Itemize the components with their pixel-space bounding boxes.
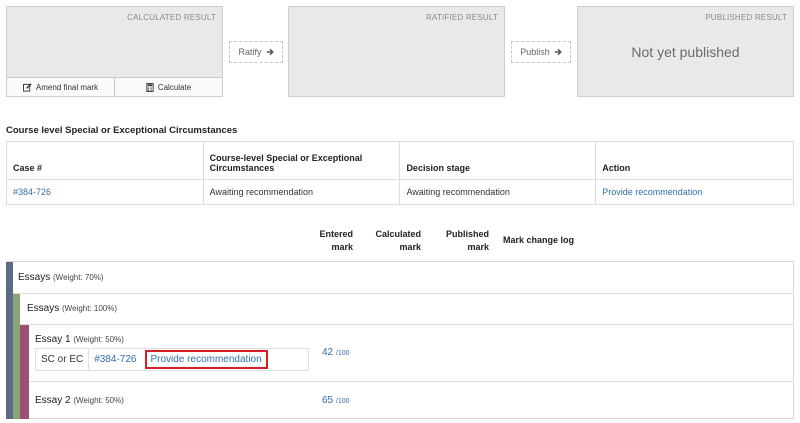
calculated-result-label: CALCULATED RESULT — [127, 13, 216, 22]
case-link[interactable]: #384-726 — [13, 187, 51, 197]
entered-mark-header: Entered mark — [319, 229, 353, 252]
mark-change-log-header: Mark change log — [503, 235, 575, 245]
publish-status: Not yet published — [631, 44, 740, 60]
header-circumstances: Course-level Special or Exceptional Circ… — [202, 141, 401, 180]
assessment-tree: Essays (Weight: 70%) Essays (Weight: 100… — [6, 261, 794, 419]
tree-row-essays-level1: Essays (Weight: 70%) — [18, 272, 104, 283]
amend-final-mark-button[interactable]: Amend final mark — [7, 78, 114, 96]
row-divider — [20, 324, 793, 325]
level3-bar — [20, 325, 29, 419]
row-divider — [29, 381, 793, 382]
sc-ec-indicator: SC or EC #384-726 Provide recommendation — [35, 348, 309, 371]
sc-ec-table: Case # Course-level Special or Exception… — [6, 141, 794, 205]
ratified-result-label: RATIFIED RESULT — [425, 13, 498, 22]
ratified-result-panel: RATIFIED RESULT — [288, 6, 505, 97]
decision-stage-cell: Awaiting recommendation — [399, 179, 597, 205]
ratify-button[interactable]: Ratify — [229, 41, 283, 63]
circumstances-cell: Awaiting recommendation — [202, 179, 401, 205]
provide-recommendation-link[interactable]: Provide recommendation — [602, 187, 702, 197]
publish-button[interactable]: Publish — [511, 41, 571, 63]
tree-row-essays-level2: Essays (Weight: 100%) — [27, 303, 118, 314]
calculator-icon — [146, 82, 154, 92]
header-action: Action — [595, 141, 794, 180]
published-result-label: PUBLISHED RESULT — [705, 13, 787, 22]
provide-recommendation-button[interactable]: Provide recommendation — [144, 350, 268, 369]
header-case: Case # — [6, 141, 204, 180]
calculate-label: Calculate — [157, 82, 192, 92]
calculated-result-actions: Amend final mark Calculate — [7, 77, 222, 96]
arrow-right-icon — [554, 48, 562, 56]
table-header-row: Case # Course-level Special or Exception… — [6, 141, 794, 180]
essay-1-entered-mark[interactable]: 42 /100 — [322, 347, 350, 358]
tree-row-essay-1: Essay 1 (Weight: 50%) — [35, 334, 124, 345]
table-row: #384-726 Awaiting recommendation Awaitin… — [6, 179, 794, 205]
header-decision-stage: Decision stage — [399, 141, 597, 180]
pencil-square-icon — [22, 82, 32, 92]
amend-final-mark-label: Amend final mark — [35, 82, 99, 92]
published-mark-header: Published mark — [445, 229, 489, 252]
calculated-result-panel: CALCULATED RESULT Amend final mark Calcu… — [6, 6, 223, 97]
level1-bar — [6, 262, 13, 419]
row-divider — [13, 293, 793, 294]
sc-ec-label: SC or EC — [41, 354, 84, 365]
calculate-button[interactable]: Calculate — [114, 78, 222, 96]
calculated-mark-header: Calculated mark — [375, 229, 421, 252]
level2-bar — [13, 294, 20, 419]
action-cell: Provide recommendation — [595, 179, 794, 205]
sc-ec-case-link[interactable]: #384-726 — [88, 349, 141, 370]
publish-label: Publish — [520, 47, 550, 57]
tree-row-essay-2: Essay 2 (Weight: 50%) — [35, 395, 124, 406]
ratify-label: Ratify — [238, 47, 262, 57]
sc-ec-section-title: Course level Special or Exceptional Circ… — [6, 125, 238, 136]
arrow-right-icon — [266, 48, 274, 56]
case-cell: #384-726 — [6, 179, 204, 205]
published-result-panel: PUBLISHED RESULT Not yet published — [577, 6, 794, 97]
essay-2-entered-mark[interactable]: 65 /100 — [322, 395, 350, 406]
